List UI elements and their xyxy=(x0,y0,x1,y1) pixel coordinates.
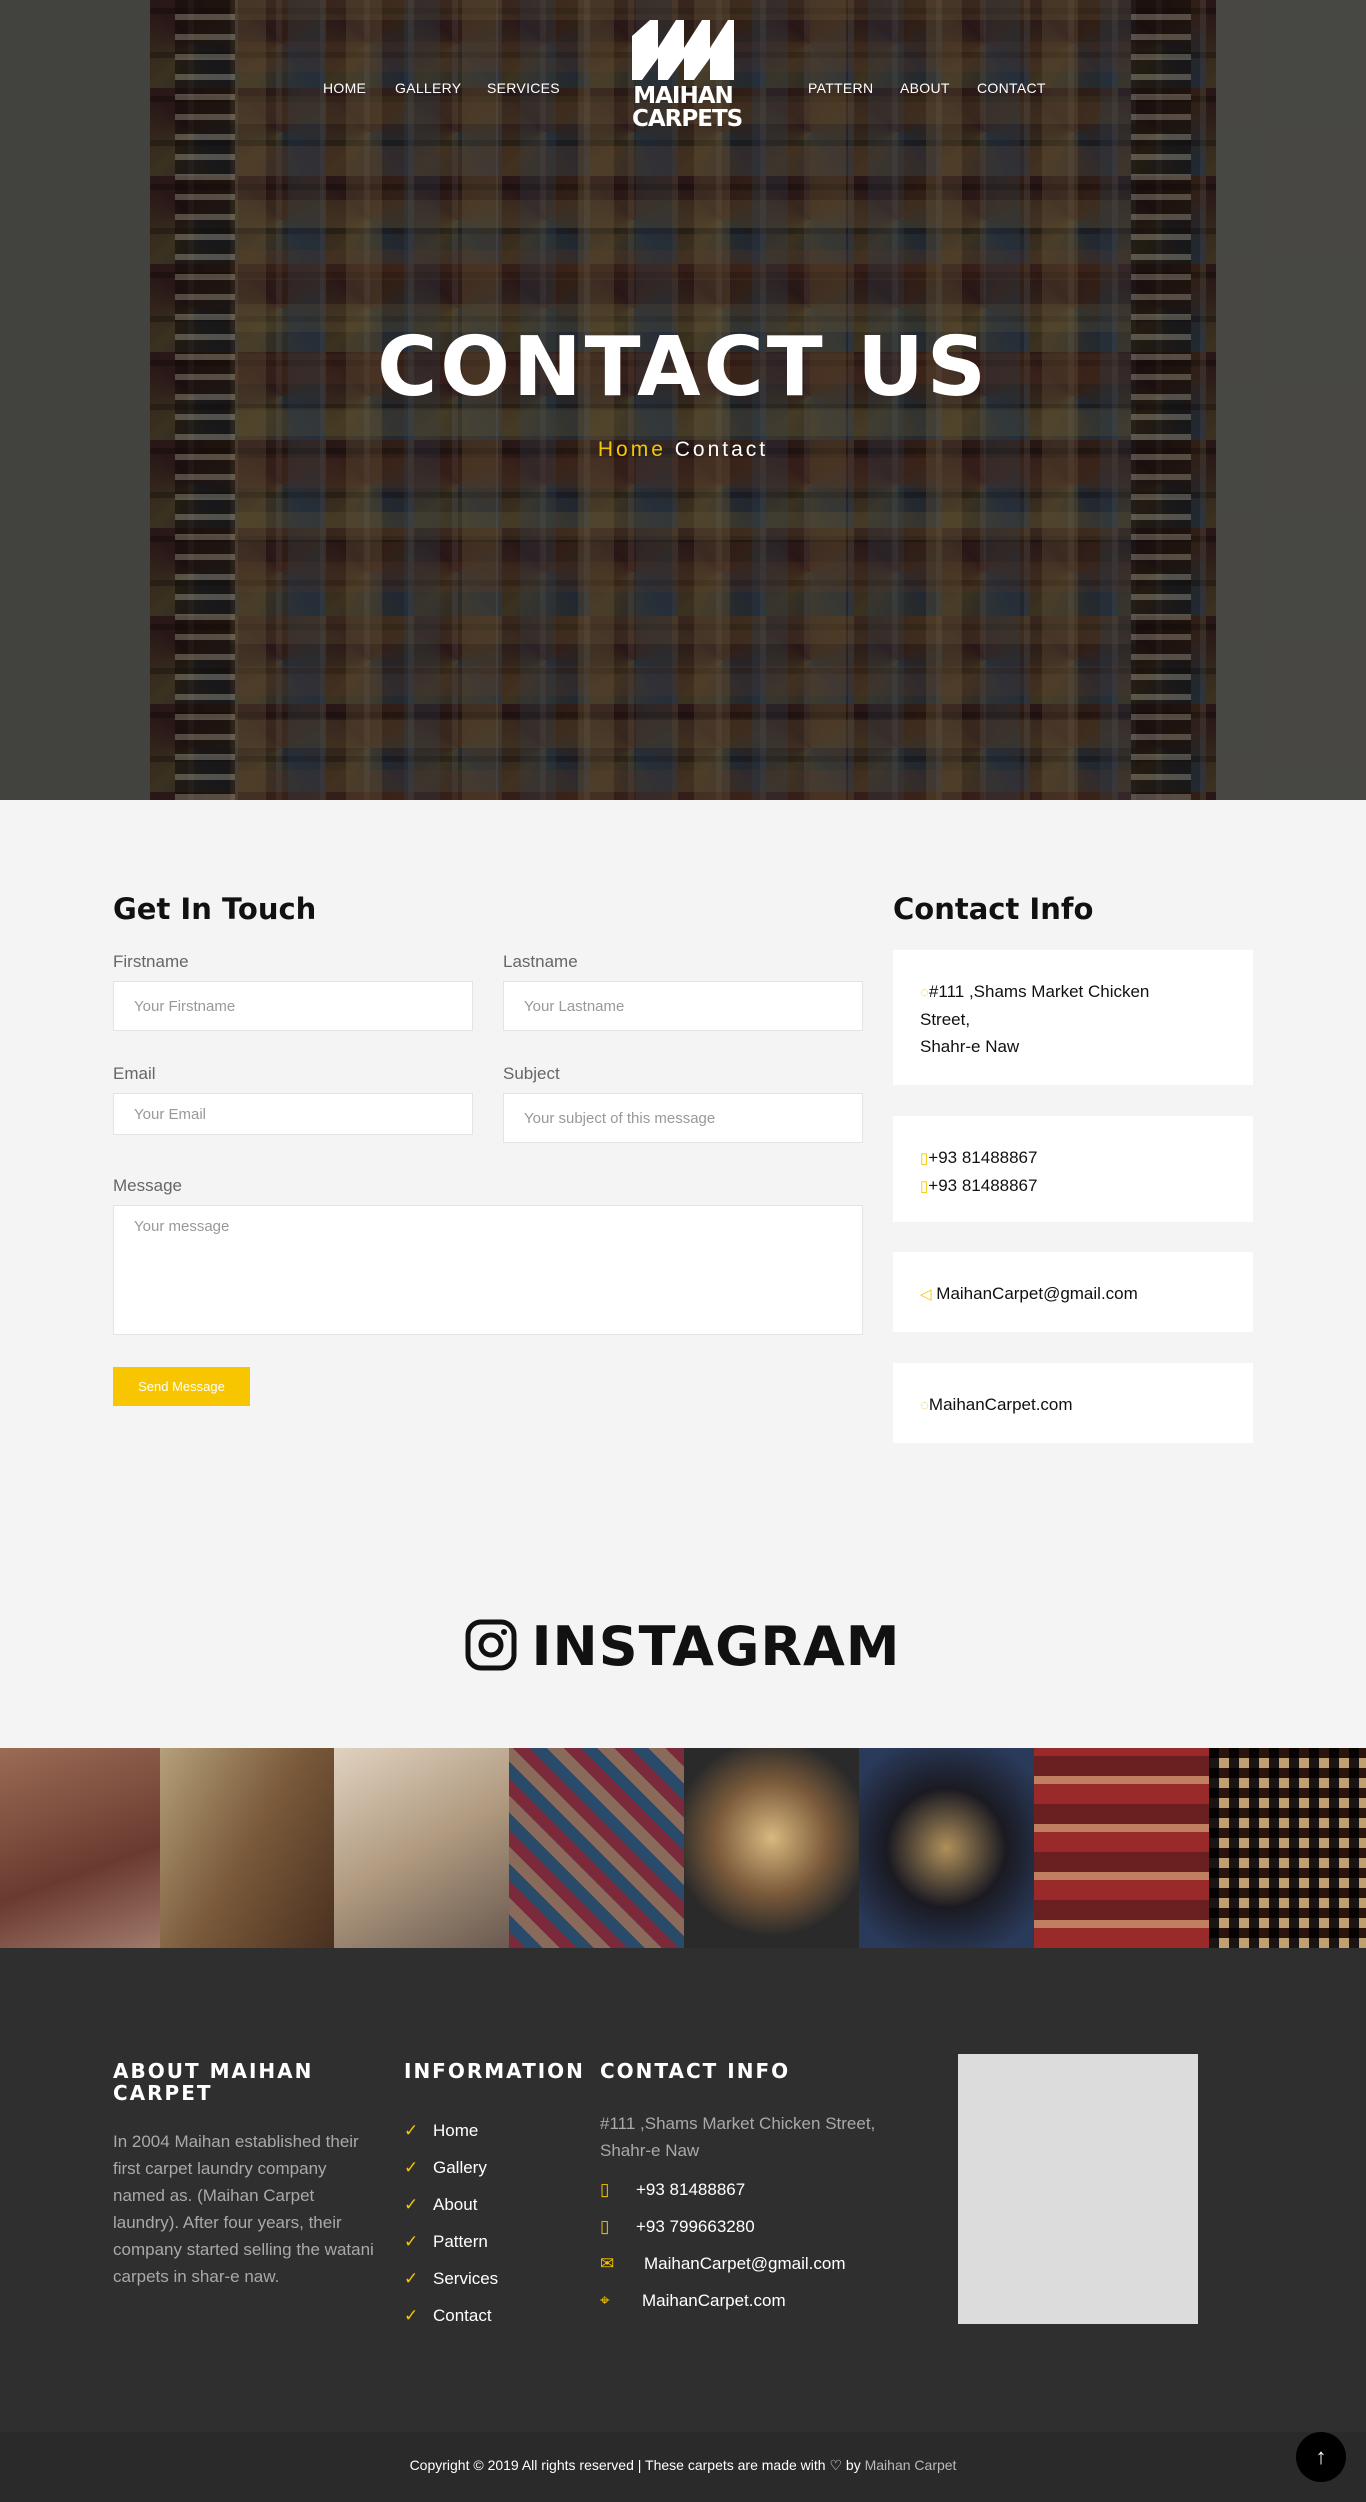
phone-icon: ▯ xyxy=(600,2217,610,2236)
nav-contact[interactable]: CONTACT xyxy=(977,80,1046,96)
footer-phone-2[interactable]: +93 799663280 xyxy=(636,2217,755,2236)
instagram-icon xyxy=(465,1619,517,1671)
message-label: Message xyxy=(113,1176,182,1195)
lastname-label: Lastname xyxy=(503,952,578,971)
site-logo[interactable]: MAIHAN CARPETS xyxy=(632,18,743,136)
copyright-text: Copyright © 2019 All rights reserved | T… xyxy=(409,2457,957,2473)
firstname-label: Firstname xyxy=(113,952,189,971)
footer-website-row: ⌖ MaihanCarpet.com xyxy=(600,2291,786,2311)
footer-website[interactable]: MaihanCarpet.com xyxy=(642,2291,786,2310)
copyright-brand-link[interactable]: Maihan Carpet xyxy=(865,2457,957,2473)
page-title: CONTACT US xyxy=(377,320,989,415)
instagram-heading: INSTAGRAM xyxy=(0,1615,1366,1678)
phone-icon: ▯ xyxy=(600,2180,610,2199)
instagram-photo[interactable] xyxy=(1209,1748,1366,1948)
subject-label: Subject xyxy=(503,1064,560,1083)
website-link[interactable]: MaihanCarpet.com xyxy=(929,1395,1073,1414)
phone-2[interactable]: +93 81488867 xyxy=(928,1176,1037,1195)
footer-address: #111 ,Shams Market Chicken Street, Shahr… xyxy=(600,2114,876,2160)
instagram-photo[interactable] xyxy=(509,1748,684,1948)
website-card: ◌MaihanCarpet.com xyxy=(893,1363,1253,1443)
site-footer: ABOUT MAIHAN CARPET In 2004 Maihan estab… xyxy=(0,1948,1366,2432)
heart-icon: ♡ xyxy=(829,2457,843,2473)
nav-pattern[interactable]: PATTERN xyxy=(808,80,873,96)
footer-about-text: In 2004 Maihan established their first c… xyxy=(113,2132,374,2286)
email-label: Email xyxy=(113,1064,156,1083)
map-pin-icon: ⌖ xyxy=(600,2291,610,2310)
footer-link-pattern[interactable]: Pattern xyxy=(404,2223,498,2260)
instagram-photo[interactable] xyxy=(0,1748,160,1948)
message-textarea[interactable]: Your message xyxy=(113,1205,863,1335)
envelope-icon: ✉ xyxy=(600,2254,615,2273)
footer-links: Home Gallery About Pattern Services Cont… xyxy=(404,2112,498,2334)
address-card: ◌#111 ,Shams Market Chicken Street, Shah… xyxy=(893,950,1253,1085)
instagram-title: INSTAGRAM xyxy=(531,1615,901,1678)
instagram-photo[interactable] xyxy=(859,1748,1034,1948)
instagram-photo[interactable] xyxy=(334,1748,509,1948)
logo-mark-icon xyxy=(632,20,734,80)
email-input[interactable]: Your Email xyxy=(113,1093,473,1135)
paper-plane-icon: ◁ xyxy=(920,1286,932,1303)
breadcrumb-home[interactable]: Home xyxy=(598,438,666,461)
address-line-2: Street, xyxy=(920,1010,971,1029)
lastname-input[interactable]: Your Lastname xyxy=(503,981,863,1031)
address-line-1: #111 ,Shams Market Chicken xyxy=(928,982,1150,1001)
nav-home[interactable]: HOME xyxy=(323,80,366,96)
footer-link-services[interactable]: Services xyxy=(404,2260,498,2297)
logo-text-1: MAIHAN xyxy=(633,83,734,109)
subject-input[interactable]: Your subject of this message xyxy=(503,1093,863,1143)
copyright-bar: Copyright © 2019 All rights reserved | T… xyxy=(0,2432,1366,2502)
nav-services[interactable]: SERVICES xyxy=(487,80,560,96)
email-link[interactable]: MaihanCarpet@gmail.com xyxy=(936,1284,1138,1303)
footer-link-contact[interactable]: Contact xyxy=(404,2297,498,2334)
instagram-gallery xyxy=(0,1748,1366,1948)
instagram-photo[interactable] xyxy=(1034,1748,1209,1948)
map-pin-icon: ◌ xyxy=(920,984,929,1001)
breadcrumb: Home Contact xyxy=(0,438,1366,462)
footer-link-home[interactable]: Home xyxy=(404,2112,498,2149)
footer-email-row: ✉ MaihanCarpet@gmail.com xyxy=(600,2254,846,2274)
firstname-input[interactable]: Your Firstname xyxy=(113,981,473,1031)
email-card: ◁ MaihanCarpet@gmail.com xyxy=(893,1252,1253,1332)
contact-section: Get In Touch Firstname Your Firstname La… xyxy=(0,800,1366,1748)
footer-link-gallery[interactable]: Gallery xyxy=(404,2149,498,2186)
form-title: Get In Touch xyxy=(113,892,317,926)
nav-about[interactable]: ABOUT xyxy=(900,80,950,96)
breadcrumb-current: Contact xyxy=(674,438,769,461)
footer-about-title: ABOUT MAIHAN CARPET xyxy=(113,2059,314,2105)
map-embed[interactable] xyxy=(958,2054,1198,2324)
back-to-top-button[interactable]: ↑ xyxy=(1296,2432,1346,2482)
address-line-3: Shahr-e Naw xyxy=(920,1037,1020,1056)
footer-info-title: INFORMATION xyxy=(404,2059,585,2083)
footer-email[interactable]: MaihanCarpet@gmail.com xyxy=(644,2254,846,2273)
footer-phone-1[interactable]: +93 81488867 xyxy=(636,2180,745,2199)
footer-phone-2-row: ▯ +93 799663280 xyxy=(600,2217,755,2237)
nav-gallery[interactable]: GALLERY xyxy=(395,80,461,96)
instagram-photo[interactable] xyxy=(160,1748,334,1948)
contact-info-title: Contact Info xyxy=(893,892,1094,926)
send-message-button[interactable]: Send Message xyxy=(113,1367,250,1406)
arrow-up-icon: ↑ xyxy=(1315,2444,1327,2469)
hero-banner: HOME GALLERY SERVICES MAIHAN CARPETS PAT… xyxy=(0,0,1366,800)
logo-text-2: CARPETS xyxy=(632,106,743,132)
footer-contact-title: CONTACT INFO xyxy=(600,2059,791,2083)
globe-icon: ◌ xyxy=(920,1397,929,1414)
instagram-photo[interactable] xyxy=(684,1748,859,1948)
footer-phone-1-row: ▯ +93 81488867 xyxy=(600,2180,745,2200)
footer-link-about[interactable]: About xyxy=(404,2186,498,2223)
main-nav: HOME GALLERY SERVICES MAIHAN CARPETS PAT… xyxy=(0,0,1366,170)
phone-1[interactable]: +93 81488867 xyxy=(928,1148,1037,1167)
phone-card: ▯+93 81488867 ▯+93 81488867 xyxy=(893,1116,1253,1222)
